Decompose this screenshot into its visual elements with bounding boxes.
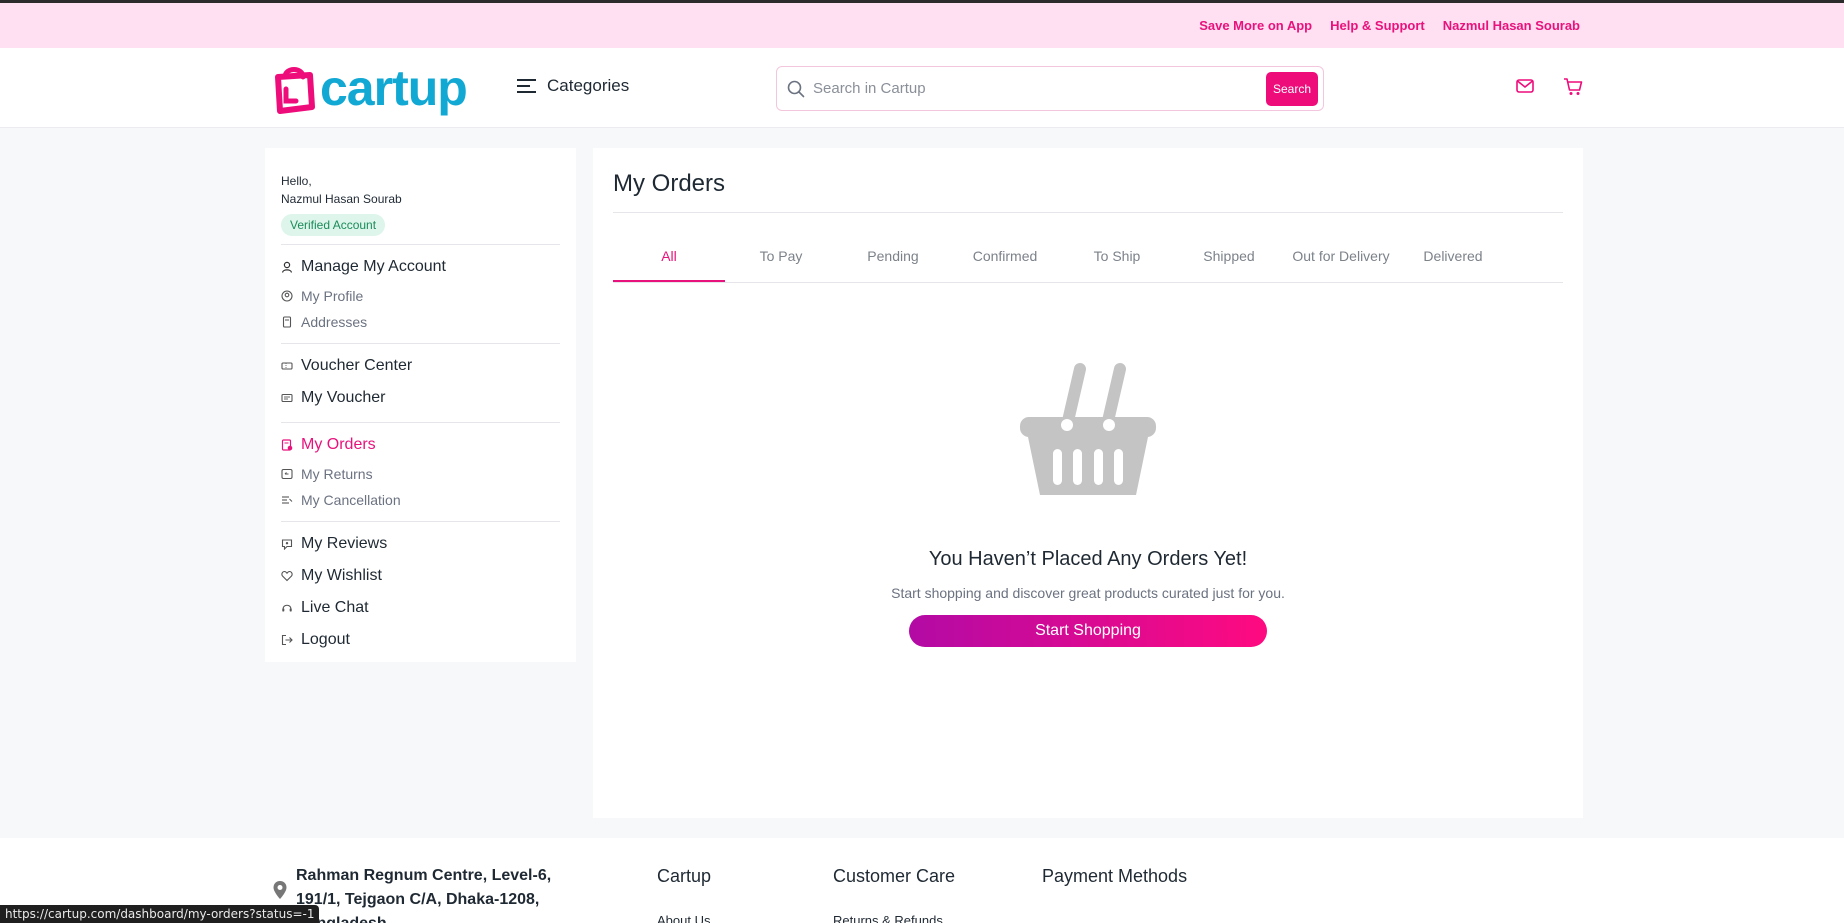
start-shopping-button[interactable]: Start Shopping <box>909 615 1267 647</box>
sidebar-item-manage-account[interactable]: Manage My Account <box>281 251 560 283</box>
cancellation-icon <box>281 494 293 506</box>
logout-icon <box>281 634 293 646</box>
help-support-link[interactable]: Help & Support <box>1330 18 1425 33</box>
empty-orders-state: You Haven’t Placed Any Orders Yet! Start… <box>613 361 1563 647</box>
header: cartup Categories Search <box>0 48 1844 128</box>
verified-badge: Verified Account <box>281 214 386 236</box>
order-status-tabs: All To Pay Pending Confirmed To Ship Shi… <box>613 229 1563 283</box>
sidebar-item-label: My Profile <box>301 288 364 304</box>
shopping-basket-icon <box>1020 363 1156 495</box>
user-icon <box>281 261 293 273</box>
tab-pending[interactable]: Pending <box>837 229 949 282</box>
browser-status-url: https://cartup.com/dashboard/my-orders?s… <box>0 905 320 923</box>
categories-label: Categories <box>547 76 630 95</box>
empty-description: Start shopping and discover great produc… <box>891 585 1285 601</box>
ticket-icon <box>281 360 293 372</box>
shopping-bag-icon <box>275 67 315 114</box>
profile-icon <box>281 290 293 302</box>
sidebar-item-my-wishlist[interactable]: My Wishlist <box>281 560 560 592</box>
tab-all[interactable]: All <box>613 229 725 282</box>
footer-col-title: Customer Care <box>833 866 956 886</box>
headset-icon <box>281 602 293 614</box>
location-pin-icon <box>273 881 287 899</box>
orders-icon <box>281 439 293 451</box>
user-name: Nazmul Hasan Sourab <box>281 192 402 206</box>
address-text: Rahman Regnum Centre, Level-6, 191/1, Te… <box>296 867 552 923</box>
sidebar-item-my-returns[interactable]: My Returns <box>281 461 560 487</box>
sidebar-item-label: Addresses <box>301 314 368 330</box>
sidebar-item-my-orders[interactable]: My Orders <box>281 429 560 461</box>
search-icon <box>787 80 805 97</box>
tab-shipped[interactable]: Shipped <box>1173 229 1285 282</box>
sidebar-item-label: Voucher Center <box>301 357 413 374</box>
footer-col-title: Payment Methods <box>1042 866 1188 886</box>
footer-col-payment-methods: Payment Methods <box>1042 866 1187 887</box>
search-input[interactable] <box>813 80 1266 97</box>
sidebar-item-label: My Voucher <box>301 389 386 406</box>
page-title: My Orders <box>613 170 1563 213</box>
sidebar-item-label: My Wishlist <box>301 567 382 584</box>
review-icon <box>281 538 293 550</box>
search-button[interactable]: Search <box>1266 71 1318 106</box>
logo[interactable]: cartup <box>272 60 468 116</box>
cart-icon[interactable] <box>1563 78 1583 101</box>
sidebar-item-my-cancellation[interactable]: My Cancellation <box>281 487 560 513</box>
sidebar-item-my-voucher[interactable]: My Voucher <box>281 382 560 414</box>
top-bar: Save More on App Help & Support Nazmul H… <box>0 3 1844 48</box>
empty-title: You Haven’t Placed Any Orders Yet! <box>928 548 1248 570</box>
tab-confirmed[interactable]: Confirmed <box>949 229 1061 282</box>
sidebar-item-voucher-center[interactable]: Voucher Center <box>281 350 560 382</box>
account-name-link[interactable]: Nazmul Hasan Sourab <box>1443 18 1580 33</box>
tab-to-pay[interactable]: To Pay <box>725 229 837 282</box>
sidebar-item-label: Logout <box>301 631 350 648</box>
tab-out-for-delivery[interactable]: Out for Delivery <box>1285 229 1397 282</box>
divider <box>281 422 560 423</box>
hello-label: Hello, <box>281 174 312 188</box>
tab-to-ship[interactable]: To Ship <box>1061 229 1173 282</box>
account-sidebar: Hello, Nazmul Hasan Sourab Verified Acco… <box>265 148 576 662</box>
logo-text: cartup <box>320 60 468 116</box>
sidebar-item-label: My Cancellation <box>301 492 401 508</box>
sidebar-item-addresses[interactable]: Addresses <box>281 309 560 335</box>
sidebar-item-label: Manage My Account <box>301 258 446 275</box>
divider <box>281 521 560 522</box>
tab-delivered[interactable]: Delivered <box>1397 229 1509 282</box>
footer-col-title: Cartup <box>657 866 712 886</box>
divider <box>281 343 560 344</box>
about-us-link[interactable]: About Us <box>657 913 711 923</box>
sidebar-item-label: My Reviews <box>301 535 388 552</box>
orders-panel: My Orders All To Pay Pending Confirmed T… <box>593 148 1583 818</box>
sidebar-item-label: My Returns <box>301 466 373 482</box>
sidebar-item-my-reviews[interactable]: My Reviews <box>281 528 560 560</box>
returns-refunds-link[interactable]: Returns & Refunds <box>833 913 955 923</box>
footer-col-customer-care: Customer Care Returns & Refunds <box>833 866 955 923</box>
footer-col-cartup: Cartup About Us <box>657 866 711 923</box>
sidebar-item-logout[interactable]: Logout <box>281 624 560 656</box>
heart-icon <box>281 570 293 582</box>
hamburger-icon <box>517 79 536 93</box>
sidebar-item-label: My Orders <box>301 436 376 453</box>
sidebar-item-label: Live Chat <box>301 599 369 616</box>
save-more-link[interactable]: Save More on App <box>1199 18 1312 33</box>
voucher-icon <box>281 392 293 404</box>
address-book-icon <box>281 316 293 328</box>
message-icon[interactable] <box>1516 78 1534 99</box>
search-bar: Search <box>776 66 1324 111</box>
sidebar-item-my-profile[interactable]: My Profile <box>281 283 560 309</box>
categories-menu[interactable]: Categories <box>517 76 629 96</box>
sidebar-item-live-chat[interactable]: Live Chat <box>281 592 560 624</box>
divider <box>281 244 560 245</box>
returns-icon <box>281 468 293 480</box>
